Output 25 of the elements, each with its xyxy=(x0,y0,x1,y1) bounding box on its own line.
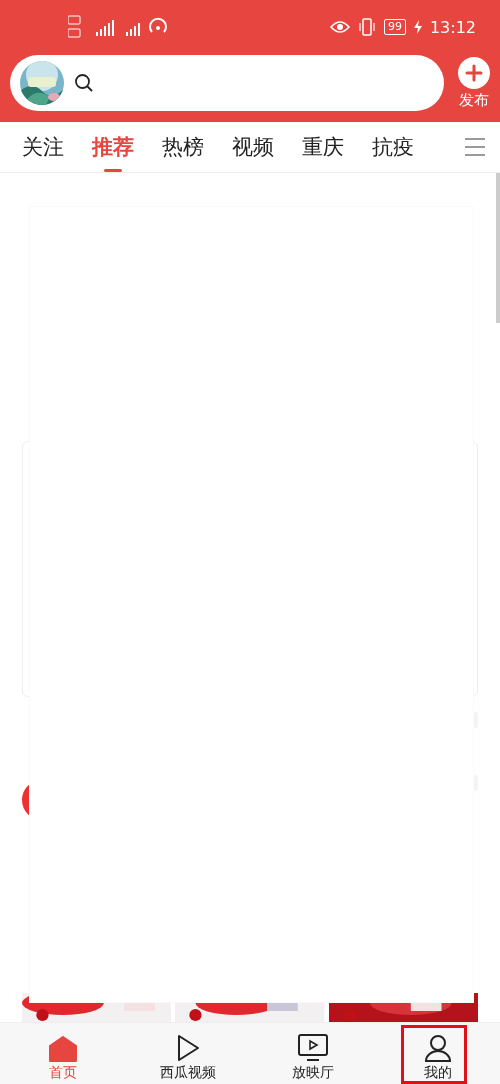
person-icon xyxy=(423,1034,452,1062)
nav-tab[interactable]: 首页 xyxy=(0,1023,125,1084)
category-tab[interactable]: 重庆 xyxy=(302,122,344,172)
vibrate-icon xyxy=(357,18,376,36)
battery-level: 99 xyxy=(383,19,406,35)
nav-tab[interactable]: 我的 xyxy=(375,1023,500,1084)
home-icon xyxy=(48,1036,77,1062)
category-tab[interactable]: 关注 xyxy=(22,122,64,172)
publish-button[interactable]: 发布 xyxy=(458,56,490,110)
clock-time: 13:12 xyxy=(429,17,476,37)
tv-play-icon xyxy=(297,1034,328,1062)
eye-icon xyxy=(329,20,350,34)
category-tab[interactable]: 热榜 xyxy=(162,122,204,172)
menu-icon[interactable] xyxy=(464,137,486,157)
plus-icon xyxy=(458,56,490,89)
search-field[interactable] xyxy=(10,55,444,111)
play-icon xyxy=(175,1034,200,1062)
category-tab[interactable]: 视频 xyxy=(232,122,274,172)
search-icon xyxy=(74,73,94,93)
publish-label: 发布 xyxy=(459,90,489,110)
category-tab[interactable]: 抗疫 xyxy=(372,122,414,172)
nav-tab[interactable]: 西瓜视频 xyxy=(125,1023,250,1084)
nav-tab[interactable]: 放映厅 xyxy=(250,1023,375,1084)
charging-icon xyxy=(413,20,422,34)
category-tab[interactable]: 推荐 xyxy=(92,122,134,172)
